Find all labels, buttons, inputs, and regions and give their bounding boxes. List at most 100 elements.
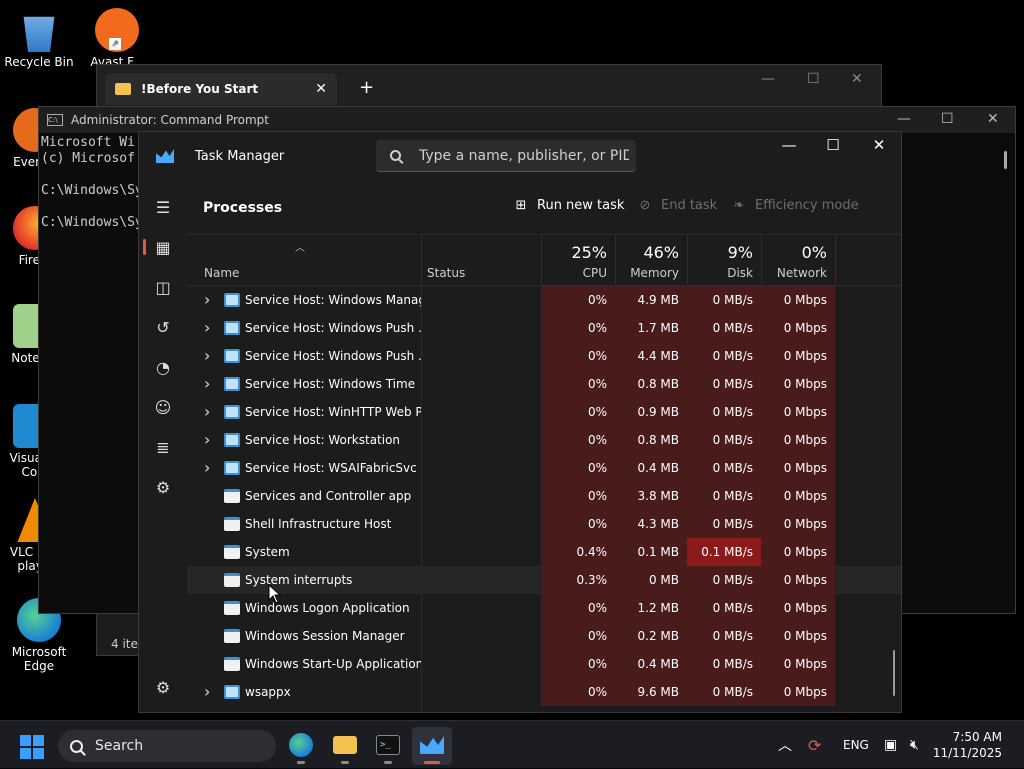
column-separator[interactable] (835, 235, 836, 287)
process-list[interactable]: › Service Host: Windows Manag... 0% 4.9 MB 0… (187, 286, 901, 712)
minimize-icon[interactable]: — (766, 136, 812, 154)
taskbar-clock[interactable]: 7:50 AM 11/11/2025 (933, 729, 1002, 761)
process-row[interactable]: Services and Controller app 0% 3.8 MB 0 MB/… (187, 482, 901, 510)
process-cpu-cell: 0% (541, 342, 615, 370)
process-row[interactable]: › wsappx 0% 9.6 MB 0 MB/s 0 Mbps (187, 678, 901, 706)
process-memory-cell: 0.9 MB (615, 398, 687, 426)
process-disk-cell: 0 MB/s (687, 678, 761, 706)
hamburger-menu-icon[interactable]: ☰ (143, 190, 183, 224)
service-host-icon (224, 461, 240, 475)
process-search-box[interactable] (376, 140, 636, 172)
show-hidden-icons-chevron-icon[interactable]: ︿ (778, 721, 792, 769)
process-memory-cell: 4.3 MB (615, 510, 687, 538)
process-row[interactable]: Shell Infrastructure Host 0% 4.3 MB 0 MB/s 0… (187, 510, 901, 538)
process-disk-cell: 0 MB/s (687, 314, 761, 342)
close-icon[interactable]: ✕ (856, 136, 901, 154)
process-disk-cell: 0 MB/s (687, 286, 761, 314)
process-row[interactable]: › Service Host: Windows Push ... 0% 4.4 MB 0… (187, 342, 901, 370)
expand-chevron-icon[interactable]: › (204, 286, 210, 314)
expand-chevron-icon[interactable]: › (204, 454, 210, 482)
process-memory-cell: 0 MB (615, 566, 687, 594)
process-network-cell: 0 Mbps (761, 510, 835, 538)
nav-details-icon[interactable]: ≣ (143, 430, 183, 464)
process-row[interactable]: › Service Host: WSAIFabricSvc 0% 0.4 MB 0 MB… (187, 454, 901, 482)
sync-update-icon[interactable]: ⟳ (808, 721, 821, 769)
column-header-network[interactable]: 0% Network (761, 235, 835, 287)
process-memory-cell: 4.9 MB (615, 286, 687, 314)
process-row[interactable]: System interrupts 0.3% 0 MB 0 MB/s 0 Mbps (187, 566, 901, 594)
column-header-disk[interactable]: 9% Disk (687, 235, 761, 287)
column-header-memory[interactable]: 46% Memory (615, 235, 687, 287)
language-indicator[interactable]: ENG (843, 721, 869, 769)
expand-chevron-icon[interactable]: › (204, 426, 210, 454)
explorer-tab[interactable]: !Before You Start ✕ (105, 73, 337, 105)
column-header-status[interactable]: Status (421, 235, 541, 287)
nav-performance-icon[interactable]: ◫ (143, 270, 183, 304)
process-row[interactable]: › Service Host: WinHTTP Web P... 0% 0.9 MB 0… (187, 398, 901, 426)
expand-chevron-icon[interactable]: › (204, 314, 210, 342)
taskbar-terminal-button[interactable]: >_ (368, 727, 408, 765)
process-cpu-cell: 0% (541, 454, 615, 482)
task-manager-window[interactable]: Task Manager — ☐ ✕ ☰ ▦ ◫ ↺ ◔ ☺ ≣ ⚙ ⚙ Pro… (138, 131, 902, 713)
taskbar: Search >_ ︿ ⟳ ENG ▣ 🔇︎ 7:50 AM 11/11/202… (0, 720, 1024, 768)
process-network-cell: 0 Mbps (761, 426, 835, 454)
column-header-name[interactable]: Name (187, 235, 421, 287)
process-memory-cell: 3.8 MB (615, 482, 687, 510)
windows-start-icon[interactable] (20, 735, 44, 759)
close-icon[interactable]: ✕ (987, 111, 999, 127)
expand-chevron-icon[interactable]: › (204, 370, 210, 398)
process-network-cell: 0 Mbps (761, 342, 835, 370)
minimize-icon[interactable]: — (761, 71, 775, 87)
process-search-input[interactable] (419, 147, 629, 164)
close-icon[interactable]: ✕ (851, 71, 863, 87)
process-name: Service Host: Windows Push ... (245, 349, 421, 363)
expand-chevron-icon[interactable]: › (204, 678, 210, 706)
close-tab-icon[interactable]: ✕ (315, 81, 327, 97)
process-row[interactable]: › Service Host: Windows Time 0% 0.8 MB 0 MB/… (187, 370, 901, 398)
process-row[interactable]: › Service Host: Windows Push ... 0% 1.7 MB 0… (187, 314, 901, 342)
efficiency-mode-button[interactable]: ❧ Efficiency mode (731, 197, 859, 213)
desktop-icon-recycle-bin[interactable]: Recycle Bin (0, 8, 78, 69)
maximize-icon[interactable]: ☐ (941, 111, 954, 127)
process-row[interactable]: › Service Host: Workstation 0% 0.8 MB 0 MB/s… (187, 426, 901, 454)
taskbar-task-manager-button[interactable] (412, 727, 452, 765)
nav-processes-icon[interactable]: ▦ (143, 230, 183, 264)
settings-gear-icon[interactable]: ⚙ (143, 670, 183, 704)
column-header-cpu[interactable]: 25% CPU (541, 235, 615, 287)
process-row[interactable]: System 0.4% 0.1 MB 0.1 MB/s 0 Mbps (187, 538, 901, 566)
expand-chevron-icon[interactable]: › (204, 342, 210, 370)
process-list-scrollbar[interactable] (893, 650, 895, 696)
volume-muted-icon[interactable]: 🔇︎ (910, 721, 919, 769)
desktop-icon-avast[interactable]: ↗ Avast F... (78, 8, 156, 69)
process-cpu-cell: 0% (541, 510, 615, 538)
process-disk-cell: 0 MB/s (687, 342, 761, 370)
network-icon[interactable]: ▣ (884, 721, 897, 769)
process-network-cell: 0 Mbps (761, 538, 835, 566)
taskbar-search-box[interactable]: Search (58, 730, 276, 762)
cmd-scrollbar[interactable] (1004, 151, 1007, 169)
nav-startup-apps-icon[interactable]: ◔ (143, 350, 183, 384)
process-disk-cell: 0 MB/s (687, 426, 761, 454)
service-host-icon (224, 685, 240, 699)
service-host-icon (224, 321, 240, 335)
end-task-button[interactable]: ⊘ End task (637, 197, 718, 213)
nav-services-icon[interactable]: ⚙ (143, 470, 183, 504)
process-row[interactable]: Windows Session Manager 0% 0.2 MB 0 MB/s 0 M… (187, 622, 901, 650)
process-row[interactable]: Windows Logon Application 0% 1.2 MB 0 MB/s 0… (187, 594, 901, 622)
nav-users-icon[interactable]: ☺ (143, 390, 183, 424)
maximize-icon[interactable]: ☐ (807, 71, 820, 87)
process-row[interactable]: Windows Start-Up Application 0% 0.4 MB 0 MB… (187, 650, 901, 678)
process-network-cell: 0 Mbps (761, 650, 835, 678)
new-tab-button[interactable]: + (359, 77, 374, 98)
nav-app-history-icon[interactable]: ↺ (143, 310, 183, 344)
run-new-task-button[interactable]: ⊞ Run new task (513, 197, 625, 213)
minimize-icon[interactable]: — (897, 111, 911, 127)
process-network-cell: 0 Mbps (761, 286, 835, 314)
taskbar-edge-button[interactable] (281, 727, 321, 765)
taskbar-file-explorer-button[interactable] (325, 727, 365, 765)
recycle-bin-icon (23, 16, 55, 52)
maximize-icon[interactable]: ☐ (810, 136, 856, 154)
process-memory-cell: 0.4 MB (615, 650, 687, 678)
process-row[interactable]: › Service Host: Windows Manag... 0% 4.9 MB 0… (187, 286, 901, 314)
expand-chevron-icon[interactable]: › (204, 398, 210, 426)
